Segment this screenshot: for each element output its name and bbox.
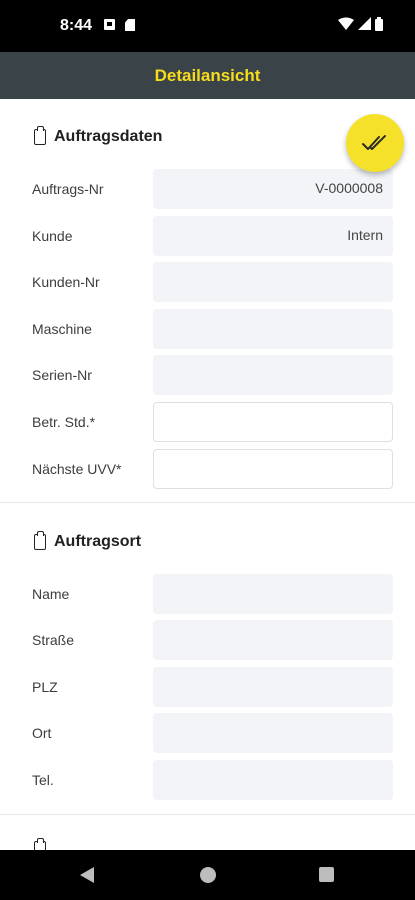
status-system-icons [338,17,383,31]
field-label: Serien-Nr [32,367,92,383]
status-bar: 8:44 [0,0,415,52]
field-label: Nächste UVV* [32,461,122,477]
field-label: Straße [32,632,75,648]
field-label: Auftrags-Nr [32,181,104,197]
section-divider [0,814,415,815]
status-notification-icons [104,19,135,31]
strasse-field [153,620,393,660]
name-field [153,574,393,614]
ort-field [153,713,393,753]
field-label: Kunde [32,228,73,244]
form-row-maschine: Maschine [0,309,415,351]
field-label: Name [32,586,70,602]
form-row-naechste-uvv: Nächste UVV* [0,449,415,491]
form-row-auftrags-nr: Auftrags-Nr V-0000008 [0,169,415,211]
system-nav-bar [0,850,415,900]
section-title: Auftragsdaten [54,128,163,145]
status-time: 8:44 [60,17,93,34]
section-header-next [34,838,46,850]
betr-std-input[interactable] [153,402,393,442]
recents-icon[interactable] [319,867,334,882]
section-header-auftragsort: Auftragsort [34,531,142,551]
maschine-field [153,309,393,349]
clipboard-icon [34,838,46,850]
form-row-strasse: Straße [0,620,415,662]
detail-content[interactable]: Auftragsdaten Auftrags-Nr V-0000008 Kund… [0,99,415,850]
notification-icon [104,19,115,30]
field-label: Maschine [32,321,92,337]
field-label: PLZ [32,679,58,695]
field-label: Ort [32,725,52,741]
naechste-uvv-input[interactable] [153,449,393,489]
form-row-tel: Tel. [0,760,415,802]
field-label: Betr. Std.* [32,414,96,430]
page-title: Detailansicht [154,65,261,85]
battery-icon [375,17,383,31]
kunde-field: Intern [153,216,393,256]
auftrags-nr-field: V-0000008 [153,169,393,209]
back-icon[interactable] [80,867,94,883]
double-check-icon [362,135,386,150]
clipboard-icon [34,126,46,145]
kunden-nr-field [153,262,393,302]
form-row-serien-nr: Serien-Nr [0,355,415,397]
form-row-kunde: Kunde Intern [0,216,415,258]
form-row-name: Name [0,574,415,616]
section-divider [0,502,415,503]
home-icon[interactable] [200,867,216,883]
form-row-plz: PLZ [0,667,415,709]
form-row-betr-std: Betr. Std.* [0,402,415,444]
wifi-icon [338,17,354,30]
signal-icon [358,17,371,30]
clipboard-icon [34,531,46,550]
confirm-fab-button[interactable] [346,114,404,172]
form-row-kunden-nr: Kunden-Nr [0,262,415,304]
form-row-ort: Ort [0,713,415,755]
field-label: Kunden-Nr [32,274,100,290]
serien-nr-field [153,355,393,395]
field-label: Tel. [32,772,54,788]
tel-field [153,760,393,800]
plz-field [153,667,393,707]
section-header-auftragsdaten: Auftragsdaten [34,126,163,146]
app-bar: Detailansicht [0,52,415,99]
sd-card-icon [125,19,135,31]
section-title: Auftragsort [54,533,142,550]
